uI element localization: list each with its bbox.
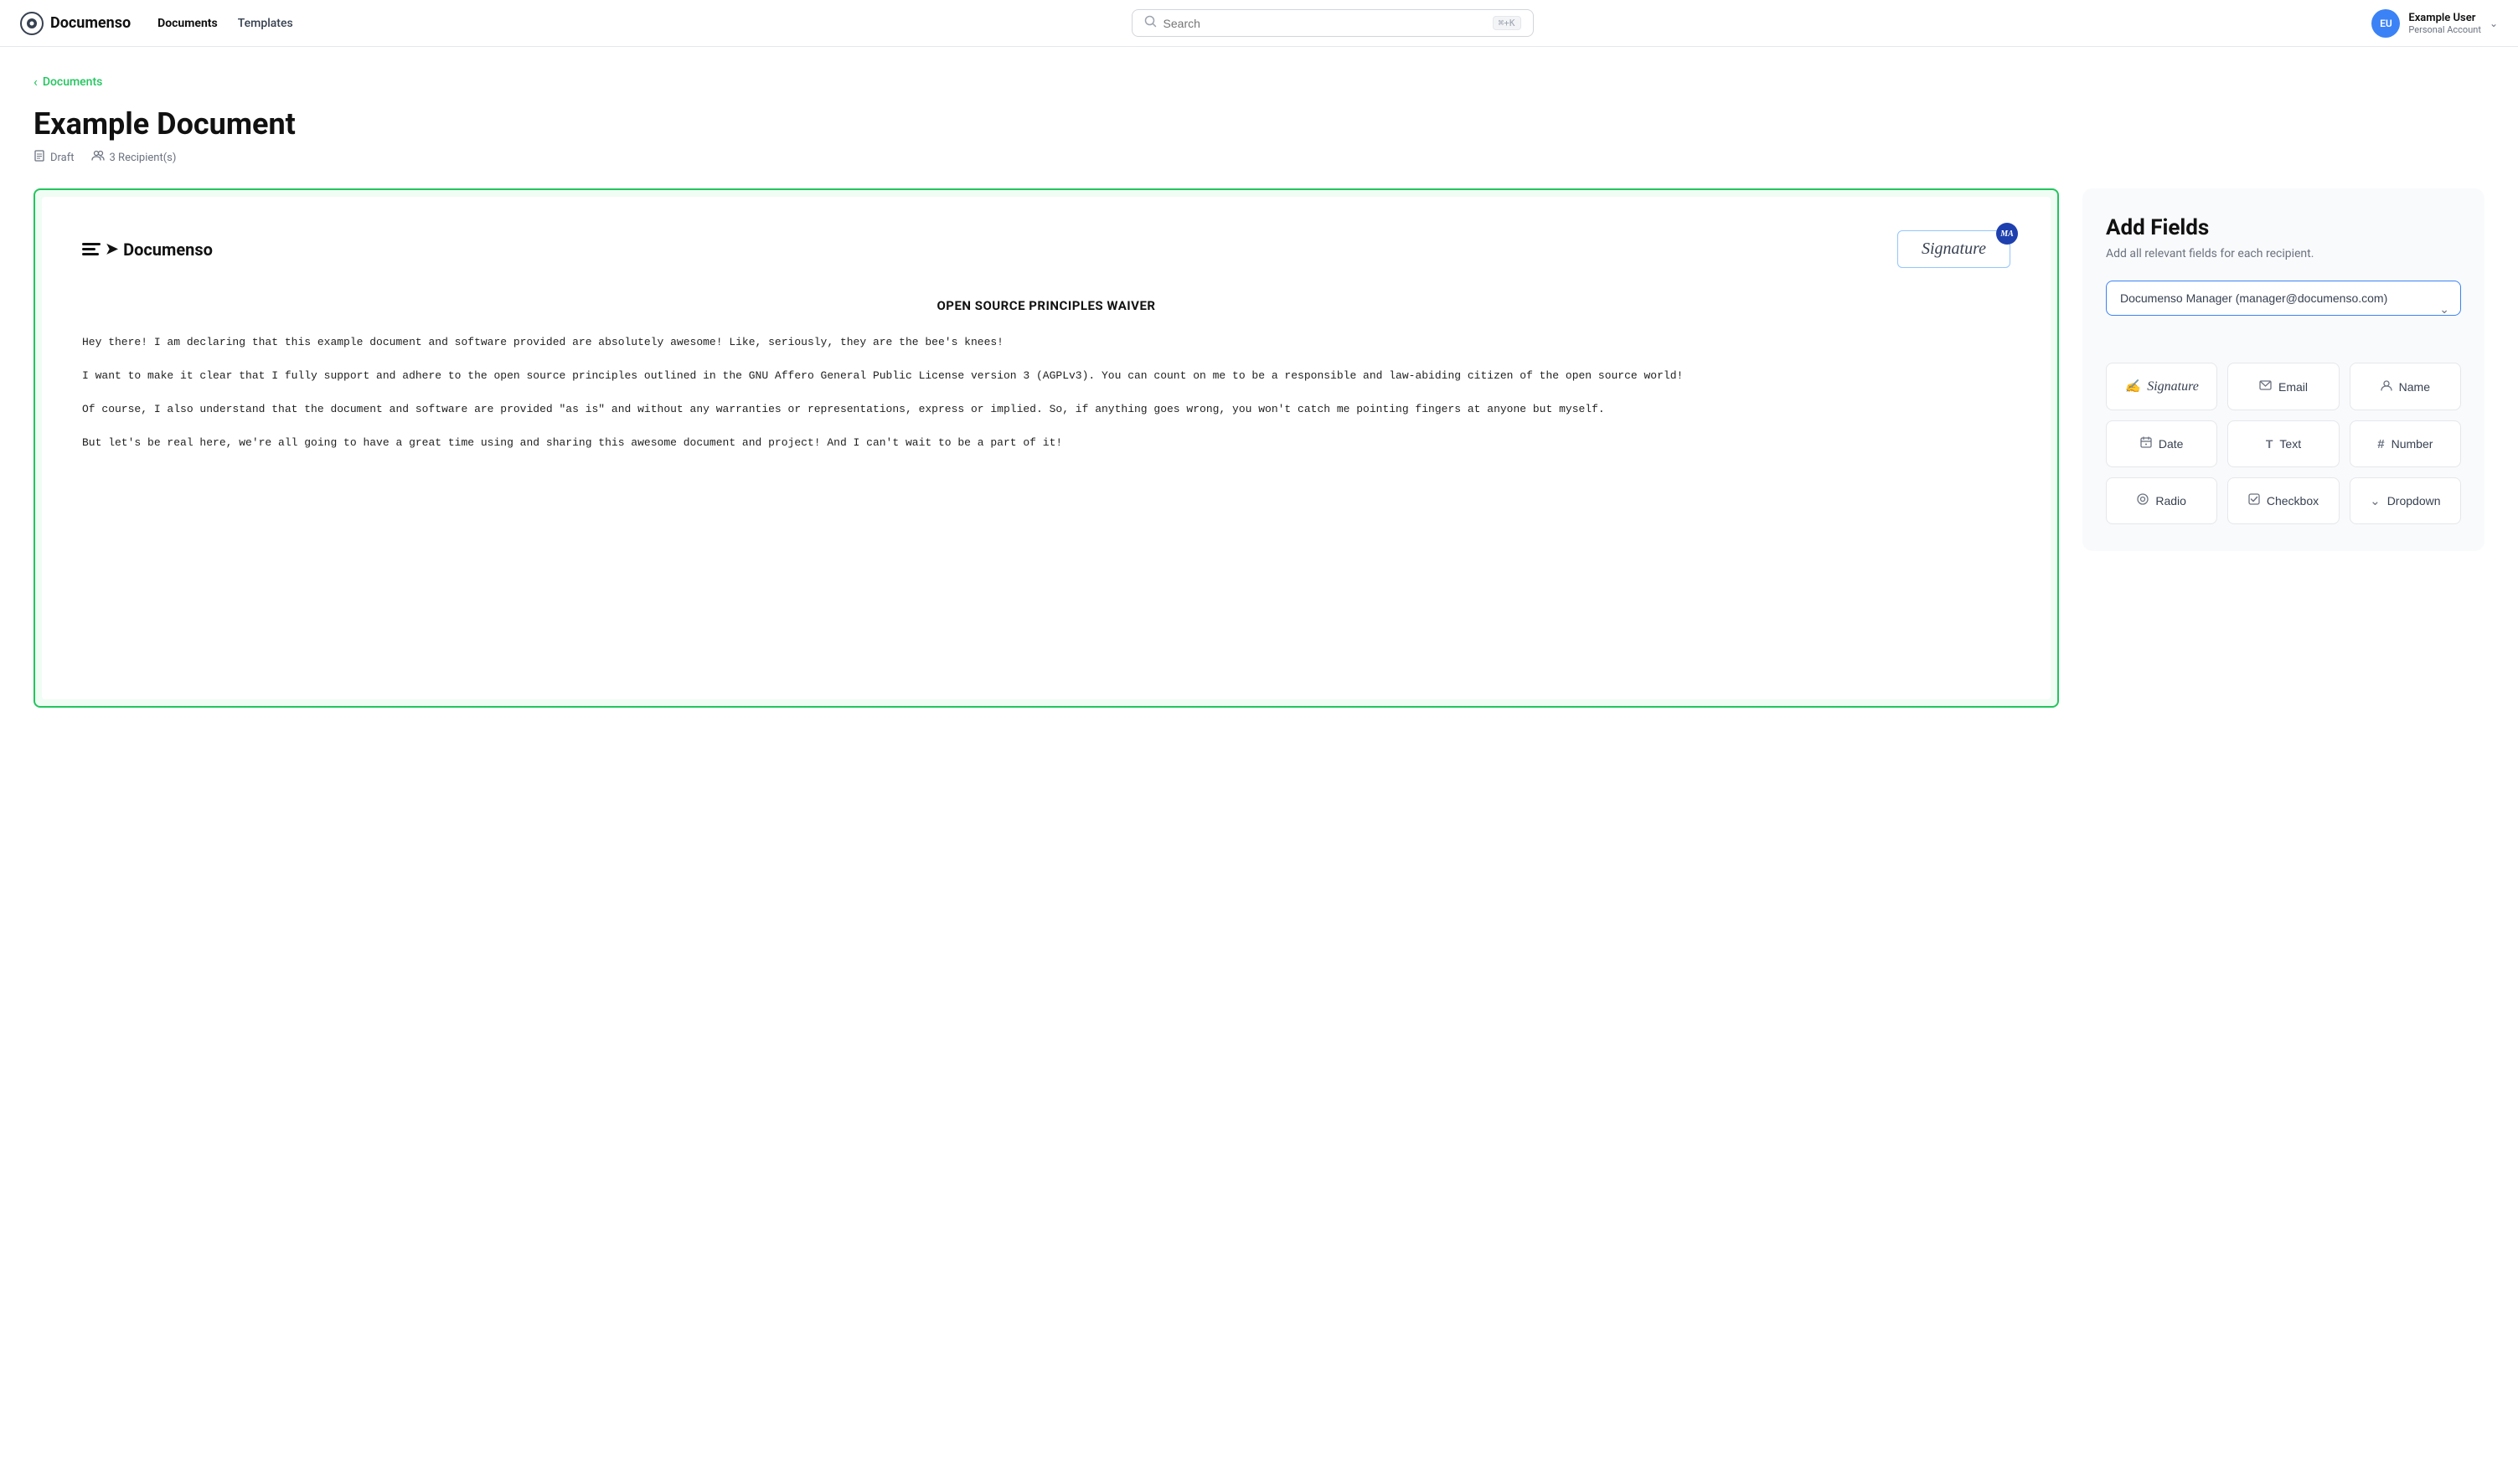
logo-icon [20,12,44,35]
field-checkbox-button[interactable]: Checkbox [2227,477,2339,524]
email-field-icon [2259,379,2272,394]
field-email-label: Email [2278,380,2308,394]
document-para-1: Hey there! I am declaring that this exam… [82,333,2010,352]
search-icon [1144,15,1157,31]
field-number-label: Number [2392,437,2433,451]
add-fields-panel: Add Fields Add all relevant fields for e… [2082,188,2484,551]
number-field-icon: # [2377,437,2384,451]
navbar-links: Documents Templates [157,17,293,30]
field-checkbox-label: Checkbox [2267,494,2319,508]
doc-logo-text: Documenso [123,240,213,260]
recipients-icon [91,150,105,165]
field-number-button[interactable]: # Number [2350,420,2461,467]
user-menu[interactable]: EU Example User Personal Account ⌄ [2371,9,2498,38]
document-logo: ➤ Documenso [82,240,213,260]
field-name-button[interactable]: Name [2350,363,2461,410]
field-dropdown-button[interactable]: ⌄ Dropdown [2350,477,2461,524]
logo-text: Documenso [50,14,131,32]
recipient-select[interactable]: Documenso Manager (manager@documenso.com… [2106,281,2461,316]
field-email-button[interactable]: Email [2227,363,2339,410]
draft-icon [34,150,45,165]
nav-templates[interactable]: Templates [238,17,293,30]
dropdown-field-icon: ⌄ [2370,493,2381,508]
signature-field-icon: ✍ [2125,379,2141,394]
search-input[interactable] [1164,17,1486,30]
name-field-icon [2381,379,2392,394]
page-title: Example Document [34,106,2484,142]
recipient-select-wrapper: Documenso Manager (manager@documenso.com… [2106,281,2461,339]
signature-badge: MA [1996,223,2018,245]
search-box: ⌘+K [1132,9,1534,37]
field-text-button[interactable]: T Text [2227,420,2339,467]
document-para-2: I want to make it clear that I fully sup… [82,367,2010,385]
document-para-4: But let's be real here, we're all going … [82,434,2010,452]
field-name-label: Name [2399,380,2430,394]
logo[interactable]: Documenso [20,12,131,35]
user-account: Personal Account [2408,24,2481,35]
status-item: Draft [34,150,75,165]
field-radio-button[interactable]: Radio [2106,477,2217,524]
nav-documents[interactable]: Documents [157,17,218,30]
field-grid: ✍ Signature Email [2106,363,2461,524]
field-signature-button[interactable]: ✍ Signature [2106,363,2217,410]
field-dropdown-label: Dropdown [2387,494,2441,508]
doc-logo-lines-icon [82,243,101,255]
navbar: Documenso Documents Templates ⌘+K EU Exa… [0,0,2518,47]
page-content: ‹ Documents Example Document Draft [0,47,2518,734]
checkbox-field-icon [2248,493,2260,508]
avatar: EU [2371,9,2400,38]
radio-field-icon [2137,493,2149,508]
recipients-item: 3 Recipient(s) [91,150,177,165]
page-meta: Draft 3 Recipient(s) [34,150,2484,165]
panel-title: Add Fields [2106,215,2461,240]
signature-label: Signature [1922,240,1986,258]
field-signature-label: Signature [2147,379,2199,394]
user-name: Example User [2408,12,2481,24]
document-body: OPEN SOURCE PRINCIPLES WAIVER Hey there!… [82,298,2010,452]
date-field-icon [2140,436,2152,451]
document-para-3: Of course, I also understand that the do… [82,400,2010,419]
breadcrumb-arrow-icon: ‹ [34,74,38,90]
breadcrumb-link[interactable]: Documents [43,75,103,89]
doc-logo-arrow-icon: ➤ [106,240,118,258]
user-menu-chevron-icon: ⌄ [2490,18,2498,29]
document-header: ➤ Documenso Signature MA [82,230,2010,268]
document-title: OPEN SOURCE PRINCIPLES WAIVER [82,298,2010,313]
signature-field[interactable]: Signature MA [1897,230,2010,268]
user-info: Example User Personal Account [2408,12,2481,35]
document-preview-wrapper: ➤ Documenso Signature MA OPEN SOURCE PRI… [34,188,2059,708]
recipients-count: 3 Recipient(s) [110,152,177,164]
breadcrumb: ‹ Documents [34,74,2484,90]
field-date-button[interactable]: Date [2106,420,2217,467]
field-radio-label: Radio [2155,494,2186,508]
text-field-icon: T [2266,437,2273,451]
navbar-search: ⌘+K [320,9,2345,37]
field-date-label: Date [2159,437,2184,451]
search-shortcut: ⌘+K [1493,16,1521,30]
panel-subtitle: Add all relevant fields for each recipie… [2106,247,2461,260]
field-text-label: Text [2279,437,2301,451]
document-preview: ➤ Documenso Signature MA OPEN SOURCE PRI… [42,197,2051,699]
main-grid: ➤ Documenso Signature MA OPEN SOURCE PRI… [34,188,2484,708]
status-badge: Draft [50,152,75,164]
